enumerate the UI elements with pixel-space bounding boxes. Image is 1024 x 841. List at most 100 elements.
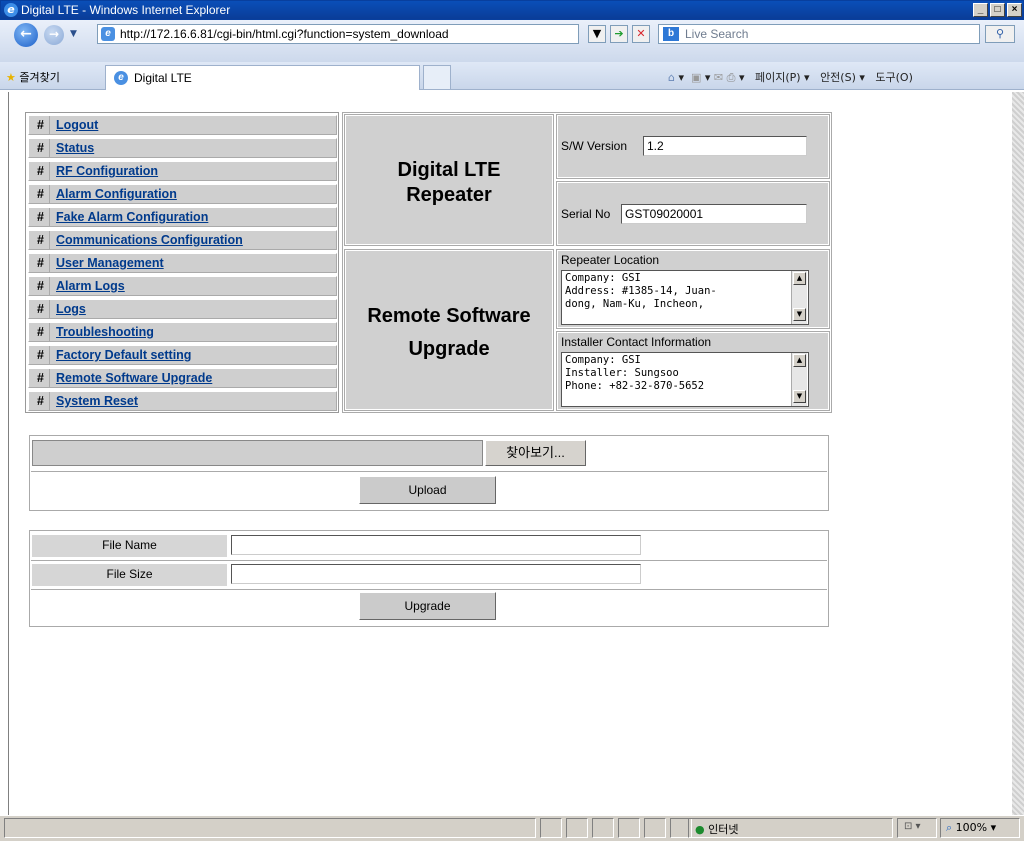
globe-icon: ●	[695, 823, 705, 836]
product-title-cell: Digital LTE Repeater	[344, 114, 554, 246]
favorites-button[interactable]: ★ 즐겨찾기	[6, 69, 60, 85]
address-url: http://172.16.6.81/cgi-bin/html.cgi?func…	[120, 27, 449, 41]
upload-divider	[31, 471, 827, 472]
search-placeholder: Live Search	[685, 27, 749, 41]
installer-scrollbar[interactable]: ▲ ▼	[791, 353, 807, 406]
go-arrow-icon[interactable]: ➔	[610, 25, 628, 43]
product-title-line2: Repeater	[406, 184, 492, 206]
back-button[interactable]: ←	[14, 23, 38, 47]
menu-item-factory-default[interactable]: # Factory Default setting	[28, 345, 337, 365]
file-path-input[interactable]	[32, 440, 483, 466]
menu-marker: #	[32, 346, 50, 364]
page-title-cell: Remote Software Upgrade	[344, 249, 554, 411]
menu-link-system-reset[interactable]: System Reset	[56, 392, 138, 410]
home-icon[interactable]: ⌂	[668, 71, 675, 84]
menu-marker: #	[32, 277, 50, 295]
serial-cell: Serial No GST09020001	[556, 181, 830, 246]
zoom-level: 100%	[955, 821, 988, 834]
menu-item-user-management[interactable]: # User Management	[28, 253, 337, 273]
window-title-bar: e Digital LTE - Windows Internet Explore…	[0, 0, 1024, 20]
menu-page[interactable]: 페이지(P)	[755, 71, 801, 84]
new-tab-button[interactable]	[423, 65, 451, 90]
serial-label: Serial No	[561, 207, 611, 221]
zoom-control[interactable]: ⌕ 100% ▾	[940, 818, 1020, 838]
tab-title: Digital LTE	[134, 71, 192, 85]
product-title-line1: Digital LTE	[397, 159, 501, 181]
menu-item-logout[interactable]: # Logout	[28, 115, 337, 135]
menu-marker: #	[32, 392, 50, 410]
menu-link-troubleshooting[interactable]: Troubleshooting	[56, 323, 154, 341]
nav-menu: # Logout # Status # RF Configuration # Alarm…	[25, 112, 339, 413]
file-name-field	[231, 535, 641, 555]
menu-tools[interactable]: 도구(O)	[875, 71, 912, 84]
upgrade-button[interactable]: Upgrade	[359, 592, 496, 620]
menu-link-alarm-configuration[interactable]: Alarm Configuration	[56, 185, 177, 203]
zone-label: 인터넷	[708, 823, 739, 836]
location-scrollbar[interactable]: ▲ ▼	[791, 271, 807, 324]
mail-icon[interactable]: ✉	[714, 71, 723, 84]
sw-version-label: S/W Version	[561, 139, 628, 153]
menu-link-fake-alarm-configuration[interactable]: Fake Alarm Configuration	[56, 208, 208, 226]
menu-item-status[interactable]: # Status	[28, 138, 337, 158]
menu-link-communications-configuration[interactable]: Communications Configuration	[56, 231, 243, 249]
menu-item-system-reset[interactable]: # System Reset	[28, 391, 337, 411]
menu-link-status[interactable]: Status	[56, 139, 94, 157]
location-label: Repeater Location	[561, 253, 660, 267]
menu-marker: #	[32, 369, 50, 387]
browse-button[interactable]: 찾아보기...	[485, 440, 586, 466]
close-window-button[interactable]: ×	[1007, 3, 1022, 17]
menu-link-alarm-logs[interactable]: Alarm Logs	[56, 277, 125, 295]
maximize-button[interactable]: □	[990, 3, 1005, 17]
feeds-icon[interactable]: ▣	[691, 71, 701, 84]
search-go-icon[interactable]: ⚲	[985, 25, 1015, 43]
page-scrollbar[interactable]	[1012, 92, 1024, 815]
menu-link-logs[interactable]: Logs	[56, 300, 86, 318]
live-search-icon: b	[663, 27, 679, 41]
menu-item-logs[interactable]: # Logs	[28, 299, 337, 319]
menu-link-rf-configuration[interactable]: RF Configuration	[56, 162, 158, 180]
location-textarea[interactable]: Company: GSI Address: #1385-14, Juan- do…	[561, 270, 809, 325]
status-cell	[592, 818, 614, 838]
menu-marker: #	[32, 231, 50, 249]
ie-logo-icon: e	[4, 3, 18, 17]
file-info-divider	[31, 560, 827, 561]
status-cell	[540, 818, 562, 838]
menu-marker: #	[32, 116, 50, 134]
status-cell	[618, 818, 640, 838]
menu-item-rf-configuration[interactable]: # RF Configuration	[28, 161, 337, 181]
scroll-down-icon[interactable]: ▼	[793, 308, 806, 321]
print-icon[interactable]: ⎙	[727, 71, 736, 84]
installer-textarea[interactable]: Company: GSI Installer: Sungsoo Phone: +…	[561, 352, 809, 407]
installer-cell: Installer Contact Information Company: G…	[556, 331, 830, 411]
address-field[interactable]: e http://172.16.6.81/cgi-bin/html.cgi?fu…	[97, 24, 579, 44]
menu-link-factory-default[interactable]: Factory Default setting	[56, 346, 191, 364]
stop-icon[interactable]: ✕	[632, 25, 650, 43]
menu-link-logout[interactable]: Logout	[56, 116, 98, 134]
menu-link-user-management[interactable]: User Management	[56, 254, 164, 272]
menu-safety[interactable]: 안전(S)	[820, 71, 856, 84]
scroll-up-icon[interactable]: ▲	[793, 354, 806, 367]
minimize-button[interactable]: _	[973, 3, 988, 17]
menu-link-remote-software-upgrade[interactable]: Remote Software Upgrade	[56, 369, 212, 387]
scroll-up-icon[interactable]: ▲	[793, 272, 806, 285]
history-dropdown-icon[interactable]: ▼	[70, 29, 77, 39]
scroll-down-icon[interactable]: ▼	[793, 390, 806, 403]
location-cell: Repeater Location Company: GSI Address: …	[556, 249, 830, 329]
forward-button[interactable]: →	[44, 25, 64, 45]
tab-digital-lte[interactable]: e Digital LTE	[105, 65, 420, 90]
menu-item-remote-software-upgrade[interactable]: # Remote Software Upgrade	[28, 368, 337, 388]
upload-button[interactable]: Upload	[359, 476, 496, 504]
menu-item-alarm-logs[interactable]: # Alarm Logs	[28, 276, 337, 296]
status-cell	[566, 818, 588, 838]
page-title-line2: Upgrade	[408, 338, 490, 360]
menu-marker: #	[32, 254, 50, 272]
menu-item-alarm-configuration[interactable]: # Alarm Configuration	[28, 184, 337, 204]
sw-version-field: 1.2	[643, 136, 807, 156]
menu-item-troubleshooting[interactable]: # Troubleshooting	[28, 322, 337, 342]
address-dropdown-icon[interactable]: ▼	[588, 25, 606, 43]
menu-item-communications-configuration[interactable]: # Communications Configuration	[28, 230, 337, 250]
protected-mode-icon[interactable]: ⊡ ▾	[897, 818, 937, 838]
serial-field: GST09020001	[621, 204, 807, 224]
search-input[interactable]: b Live Search	[658, 24, 980, 44]
menu-item-fake-alarm-configuration[interactable]: # Fake Alarm Configuration	[28, 207, 337, 227]
